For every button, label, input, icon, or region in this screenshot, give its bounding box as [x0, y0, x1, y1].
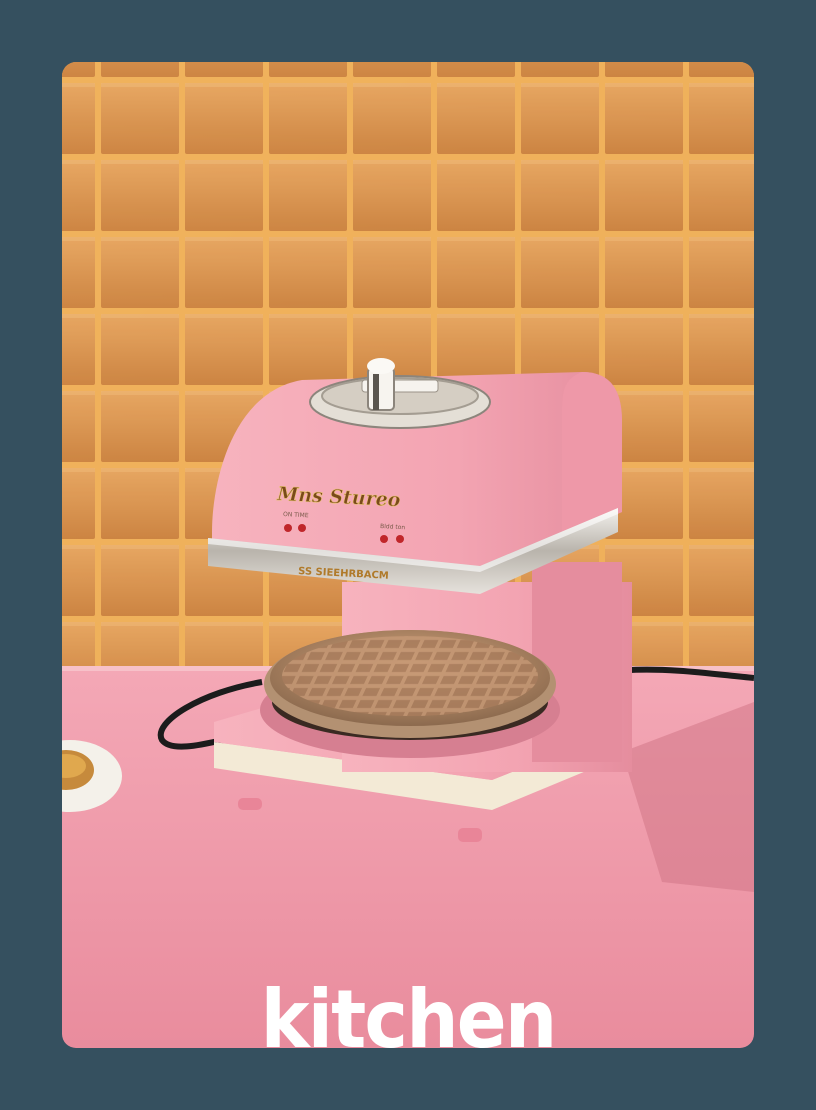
poster-card: Mns Stureo ON TIME Bldd ton SS SIEEHRBAC… — [62, 62, 754, 1048]
lid-handle — [367, 367, 395, 411]
poster-image: Mns Stureo ON TIME Bldd ton SS SIEEHRBAC… — [62, 62, 754, 1048]
panel-left-label: ON TIME — [283, 511, 309, 519]
panel-right-label: Bldd ton — [380, 523, 406, 531]
poster-caption: kitchen appliance — [260, 973, 558, 1049]
